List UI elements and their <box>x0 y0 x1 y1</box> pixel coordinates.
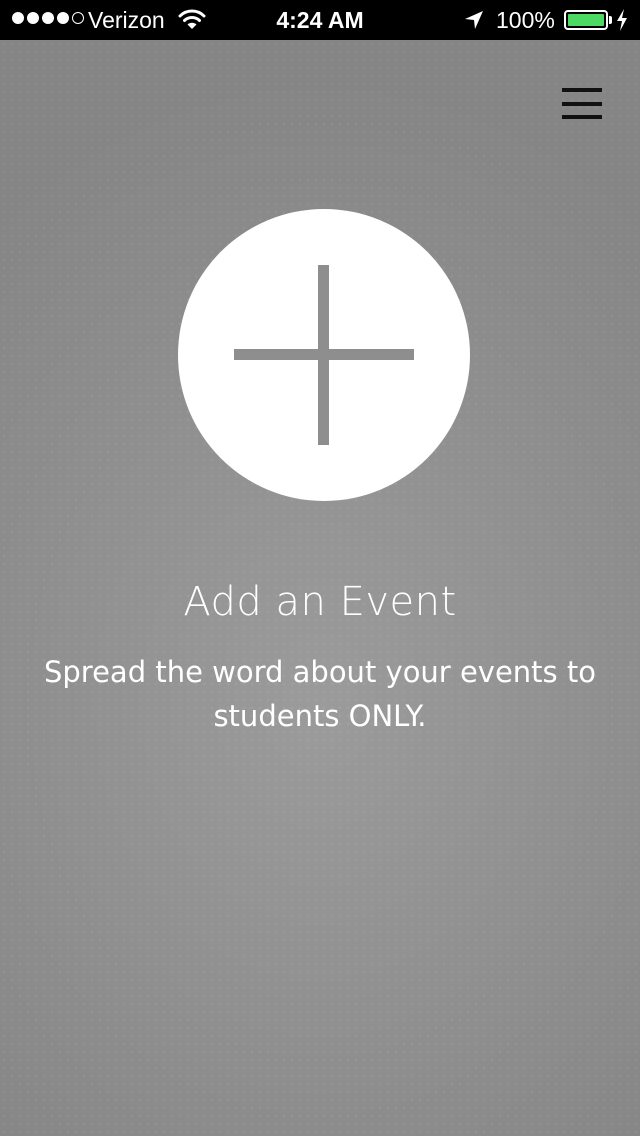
status-bar: Verizon 4:24 AM 100% <box>0 0 640 40</box>
plus-icon-vertical <box>318 265 329 445</box>
page-description: Spread the word about your events to stu… <box>43 655 596 733</box>
battery-tip <box>609 16 612 24</box>
location-arrow-icon <box>464 9 484 36</box>
menu-line <box>562 102 602 106</box>
battery-icon <box>564 10 608 30</box>
page-title: Add an Event <box>183 579 457 625</box>
menu-line <box>562 115 602 119</box>
hamburger-menu-icon[interactable] <box>556 84 608 124</box>
charging-bolt-icon <box>616 9 628 37</box>
menu-line <box>562 88 602 92</box>
app-screen: Verizon 4:24 AM 100% Add an Event Spread… <box>0 0 640 1136</box>
add-event-button[interactable] <box>178 209 470 501</box>
battery-level-fill <box>568 14 604 26</box>
battery-percentage: 100% <box>496 7 555 33</box>
